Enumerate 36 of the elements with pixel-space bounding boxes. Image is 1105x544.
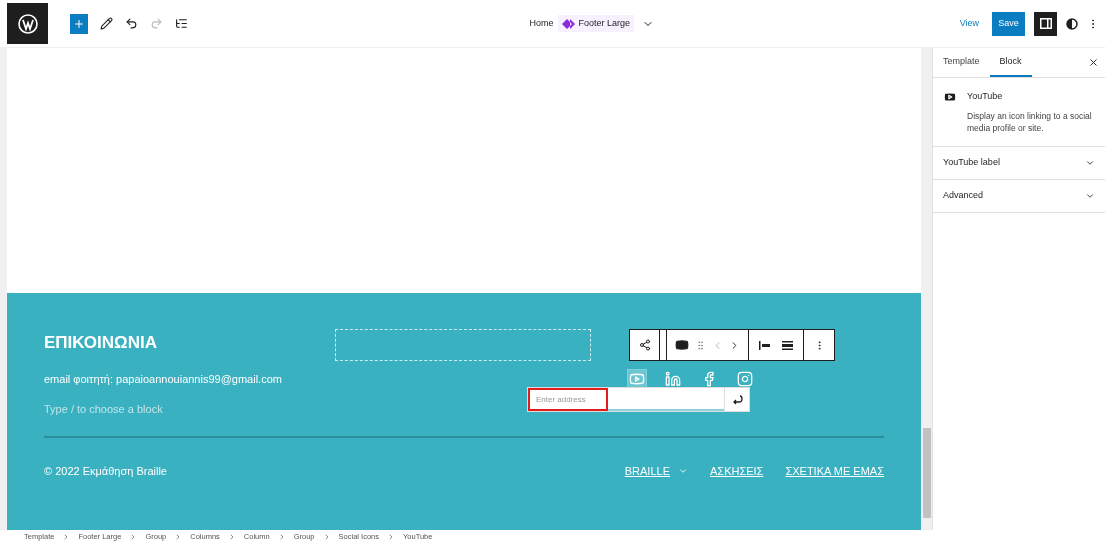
chevron-right-icon [387, 533, 395, 541]
save-button[interactable]: Save [992, 11, 1025, 36]
template-title[interactable]: Footer Large [557, 14, 635, 33]
youtube-icon[interactable] [675, 338, 689, 352]
view-button[interactable]: View [955, 16, 983, 31]
justify-icon[interactable] [782, 340, 793, 350]
settings-toggle[interactable] [1034, 11, 1057, 36]
plus-icon [73, 17, 85, 30]
email-text: email φοιτητή: papaioannouiannis99@gmail.com [44, 371, 283, 387]
undo-icon[interactable] [125, 17, 138, 30]
diamond-icon [561, 18, 575, 29]
block-title: YouTube [967, 90, 1004, 103]
share-icon [638, 339, 651, 351]
home-link[interactable]: Home [529, 16, 554, 31]
close-icon[interactable] [1088, 57, 1099, 68]
add-block-button[interactable] [70, 13, 88, 34]
address-field[interactable]: Enter address [528, 388, 608, 411]
youtube-icon [943, 90, 957, 104]
contrast-icon[interactable] [1066, 17, 1078, 30]
pencil-icon[interactable] [100, 17, 113, 30]
wordpress-icon [17, 13, 38, 34]
scrollbar-thumb[interactable] [922, 428, 931, 518]
panel-toggle[interactable]: YouTube label [933, 146, 1105, 180]
sidebar-tab[interactable]: Template [943, 48, 990, 77]
sidebar-icon [1039, 18, 1052, 29]
sidebar-tab[interactable]: Block [989, 48, 1032, 77]
panel-toggle[interactable]: Advanced [933, 179, 1105, 213]
linkedin-icon[interactable] [664, 370, 682, 388]
footer-heading: ΕΠΙΚΟΙΝΩΝΙΑ [44, 332, 158, 354]
drag-handle-icon[interactable] [695, 339, 706, 351]
block-description: Display an icon linking to a social media profile or site. [967, 109, 1093, 134]
align-left-icon[interactable] [759, 340, 770, 350]
wordpress-logo[interactable] [7, 3, 48, 44]
list-view-icon[interactable] [175, 17, 188, 30]
copyright-text: © 2022 Εκμάθηση Braille [44, 463, 168, 479]
enter-icon [731, 394, 743, 405]
